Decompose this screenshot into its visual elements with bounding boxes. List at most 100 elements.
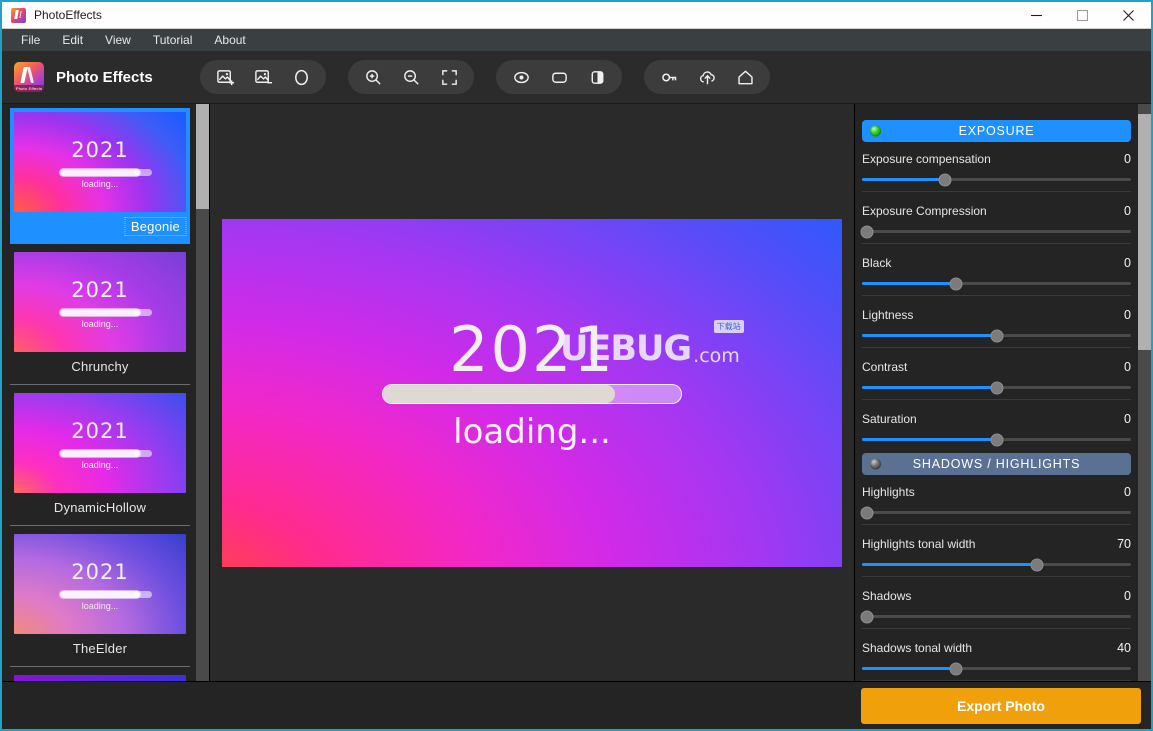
preset-label: DynamicHollow	[53, 500, 147, 515]
slider-track[interactable]	[862, 433, 1131, 446]
slider-knob[interactable]	[938, 173, 952, 186]
application-window: PhotoEffects File Edit View Tutorial Abo…	[0, 0, 1153, 731]
menu-item-about[interactable]: About	[205, 31, 254, 49]
slider-knob[interactable]	[990, 381, 1003, 394]
thumb-progress-bar	[60, 169, 152, 176]
slider-highlights-tonal-width[interactable]: Highlights tonal width 70	[862, 537, 1131, 577]
slider-label: Highlights tonal width	[862, 537, 976, 551]
adjustments-scrollbar-thumb[interactable]	[1138, 114, 1151, 350]
list-item[interactable]: 2021 loading... Chrunchy	[10, 248, 190, 385]
rounded-rect-icon[interactable]	[540, 62, 578, 92]
slider-lightness[interactable]: Lightness 0	[862, 308, 1131, 348]
logo-caption: Photo Effects	[14, 85, 44, 92]
slider-track[interactable]	[860, 506, 1131, 519]
key-icon[interactable]	[650, 62, 688, 92]
slider-shadows-tonal-width[interactable]: Shadows tonal width 40	[862, 641, 1131, 681]
slider-track[interactable]	[862, 173, 1131, 186]
preview-loading-text: loading...	[453, 411, 611, 452]
title-bar-left: PhotoEffects	[2, 7, 102, 23]
slider-knob[interactable]	[860, 506, 874, 519]
photo-effects-logo-icon: Photo Effects	[14, 62, 44, 92]
toolbar-group-account	[644, 60, 770, 94]
slider-track[interactable]	[862, 329, 1131, 342]
thumb-progress-bar	[60, 591, 152, 598]
slider-knob[interactable]	[949, 277, 963, 290]
led-indicator-icon[interactable]	[870, 125, 881, 137]
split-view-icon[interactable]	[578, 62, 616, 92]
export-photo-button[interactable]: Export Photo	[861, 687, 1141, 724]
preview-year-text: 2021	[449, 312, 615, 386]
slider-knob[interactable]	[990, 329, 1003, 342]
watermark-text: UEBUG	[560, 328, 692, 369]
preview-progress-bar	[382, 383, 682, 404]
slider-label: Exposure compensation	[862, 152, 991, 166]
list-item[interactable]: 2021 loading... Begonie	[10, 108, 190, 244]
footer-bar: Export Photo	[2, 681, 1151, 729]
slider-knob[interactable]	[860, 225, 874, 238]
sidebar-scrollbar-thumb[interactable]	[196, 104, 209, 209]
slider-knob[interactable]	[860, 610, 874, 623]
thumb-progress-bar	[60, 450, 152, 457]
slider-knob[interactable]	[949, 662, 963, 675]
adjustments-scrollbar[interactable]	[1138, 104, 1151, 681]
thumb-year: 2021	[71, 419, 129, 443]
slider-contrast[interactable]: Contrast 0	[862, 360, 1131, 400]
remove-image-icon[interactable]	[244, 62, 282, 92]
slider-value: 0	[1124, 485, 1131, 499]
menu-item-tutorial[interactable]: Tutorial	[144, 31, 202, 49]
slider-track[interactable]	[860, 610, 1131, 623]
section-title: SHADOWS / HIGHLIGHTS	[912, 457, 1081, 471]
slider-exposure-compensation[interactable]: Exposure compensation 0	[862, 152, 1131, 192]
home-icon[interactable]	[726, 62, 764, 92]
led-indicator-icon[interactable]	[870, 458, 881, 470]
slider-shadows[interactable]: Shadows 0	[860, 589, 1131, 629]
window-title: PhotoEffects	[34, 8, 102, 22]
slider-knob[interactable]	[990, 433, 1003, 446]
section-title: EXPOSURE	[958, 124, 1035, 138]
slider-track[interactable]	[862, 662, 1131, 675]
list-item[interactable]: 2021 loading... DynamicHollow	[10, 389, 190, 526]
app-logo-icon	[11, 7, 26, 23]
slider-saturation[interactable]: Saturation 0	[862, 412, 1131, 446]
menu-item-view[interactable]: View	[96, 31, 140, 49]
zoom-out-icon[interactable]	[392, 62, 430, 92]
slider-track[interactable]	[860, 225, 1131, 238]
sidebar-scrollbar[interactable]	[196, 104, 209, 681]
section-header-exposure[interactable]: EXPOSURE	[862, 120, 1131, 142]
slider-value: 70	[1117, 537, 1131, 551]
menu-item-edit[interactable]: Edit	[53, 31, 92, 49]
cloud-upload-icon[interactable]	[688, 62, 726, 92]
thumb-year: 2021	[71, 278, 129, 302]
section-header-shadows-highlights[interactable]: SHADOWS / HIGHLIGHTS	[862, 453, 1131, 475]
add-image-icon[interactable]	[206, 62, 244, 92]
slider-black[interactable]: Black 0	[862, 256, 1131, 296]
list-item[interactable]: 2021 loading... TheElder	[10, 530, 190, 667]
watermark-badge: 下载站	[713, 319, 744, 333]
preview-progress-fill	[383, 384, 616, 403]
maximize-button[interactable]	[1059, 2, 1105, 29]
list-item[interactable]	[10, 671, 190, 681]
reset-icon[interactable]	[282, 62, 320, 92]
slider-track[interactable]	[862, 277, 1131, 290]
slider-track[interactable]	[862, 558, 1131, 571]
menu-item-file[interactable]: File	[12, 31, 49, 49]
thumb-year: 2021	[71, 560, 129, 584]
eye-icon[interactable]	[502, 62, 540, 92]
preset-label: TheElder	[72, 641, 128, 656]
slider-value: 0	[1124, 256, 1131, 270]
close-button[interactable]	[1105, 2, 1151, 29]
preset-thumbnail: 2021 loading...	[14, 112, 186, 212]
slider-track[interactable]	[862, 381, 1131, 394]
slider-knob[interactable]	[1030, 558, 1044, 571]
slider-value: 40	[1117, 641, 1131, 655]
brand-name: Photo Effects	[56, 68, 153, 86]
fit-screen-icon[interactable]	[430, 62, 468, 92]
photo-canvas[interactable]: 2021 loading... UEBUG .com 下载站	[210, 104, 855, 681]
minimize-button[interactable]	[1013, 2, 1059, 29]
zoom-in-icon[interactable]	[354, 62, 392, 92]
slider-label: Shadows	[862, 589, 912, 603]
slider-highlights[interactable]: Highlights 0	[860, 485, 1131, 525]
slider-label: Highlights	[862, 485, 915, 499]
slider-exposure-compression[interactable]: Exposure Compression 0	[860, 204, 1131, 244]
menu-bar: File Edit View Tutorial About	[2, 29, 1151, 51]
